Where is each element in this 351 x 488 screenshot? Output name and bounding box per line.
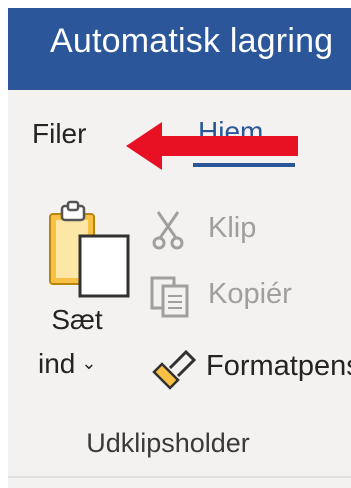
red-arrow-annotation bbox=[126, 122, 298, 170]
paste-button[interactable]: Sæt ind ⌄ bbox=[38, 196, 136, 406]
chevron-down-icon[interactable]: ⌄ bbox=[81, 353, 96, 374]
format-painter-icon bbox=[152, 349, 197, 390]
ribbon-bottom-border bbox=[8, 476, 351, 478]
tab-file[interactable]: Filer bbox=[32, 118, 86, 150]
clipboard-paste-icon bbox=[49, 200, 130, 298]
paste-label-ind: ind bbox=[38, 348, 76, 379]
paste-label: Sæt bbox=[51, 304, 103, 335]
cut-label: Klip bbox=[208, 212, 257, 244]
format-painter-label: Formatpensel bbox=[206, 350, 351, 382]
title-bar: Automatisk lagring bbox=[8, 8, 351, 90]
autosave-label[interactable]: Automatisk lagring bbox=[50, 22, 333, 61]
clipboard-group-label: Udklipsholder bbox=[86, 428, 250, 458]
copy-label: Kopiér bbox=[208, 278, 292, 310]
word-window: Automatisk lagring Filer Hjem Sæt ind ⌄ K… bbox=[8, 8, 351, 488]
copy-icon bbox=[150, 276, 189, 318]
paste-label-line2[interactable]: ind ⌄ bbox=[38, 348, 96, 380]
scissors-icon bbox=[152, 211, 184, 250]
